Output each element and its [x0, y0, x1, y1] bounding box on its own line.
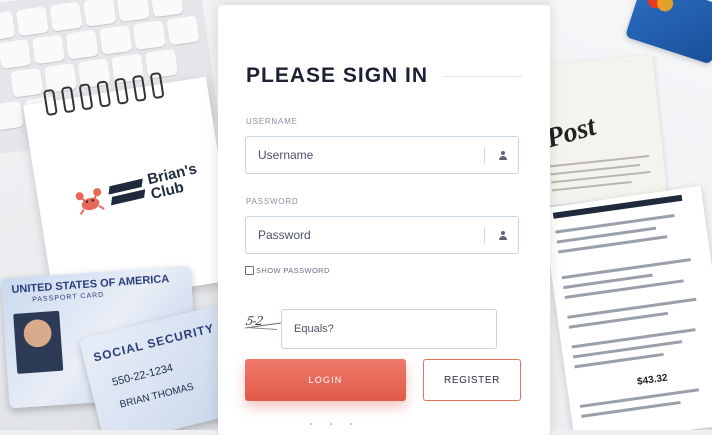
show-password-label: SHOW PASSWORD [256, 266, 330, 275]
card-logo-circle-icon [655, 0, 676, 14]
login-button[interactable]: LOGIN [245, 359, 406, 401]
title-divider [444, 75, 522, 77]
brand-name: Brian's Club [145, 160, 199, 203]
brand-mark-icon [108, 179, 146, 206]
person-icon [498, 229, 508, 241]
person-icon [498, 149, 508, 161]
background-right: Post $43.32 [550, 0, 712, 430]
captcha-answer-input[interactable] [282, 310, 520, 348]
username-field [245, 136, 519, 174]
field-separator [484, 227, 485, 244]
page-title: PLEASE SIGN IN [246, 64, 429, 87]
login-panel: PLEASE SIGN IN USERNAME PASSWORD SHOW PA… [218, 5, 550, 435]
password-label: PASSWORD [246, 197, 299, 206]
username-input[interactable] [246, 137, 500, 173]
crab-icon [75, 188, 105, 215]
bottom-decoration [310, 423, 370, 427]
social-name: BRIAN THOMAS [118, 381, 196, 411]
passport-photo [13, 310, 64, 374]
bill-total: $43.32 [636, 372, 669, 388]
username-label: USERNAME [246, 117, 298, 126]
field-separator [484, 147, 485, 164]
bill-document-image: $43.32 [550, 186, 712, 430]
show-password-toggle[interactable]: SHOW PASSWORD [245, 266, 330, 275]
social-number: 550-22-1234 [110, 362, 175, 389]
show-password-checkbox[interactable] [245, 266, 254, 275]
newspaper-masthead: Post [550, 110, 600, 155]
captcha-answer-field [281, 309, 520, 349]
brand-logo: Brian's Club [72, 160, 207, 219]
password-input[interactable] [246, 217, 500, 253]
title-row: PLEASE SIGN IN [246, 61, 522, 91]
password-field [245, 216, 519, 254]
background-left: Brian's Club UNITED STATES OF AMERICA PA… [0, 0, 225, 430]
newspaper-image: Post [550, 54, 667, 206]
captcha-image: 5-2 [245, 312, 281, 334]
register-button[interactable]: REGISTER [423, 359, 521, 401]
